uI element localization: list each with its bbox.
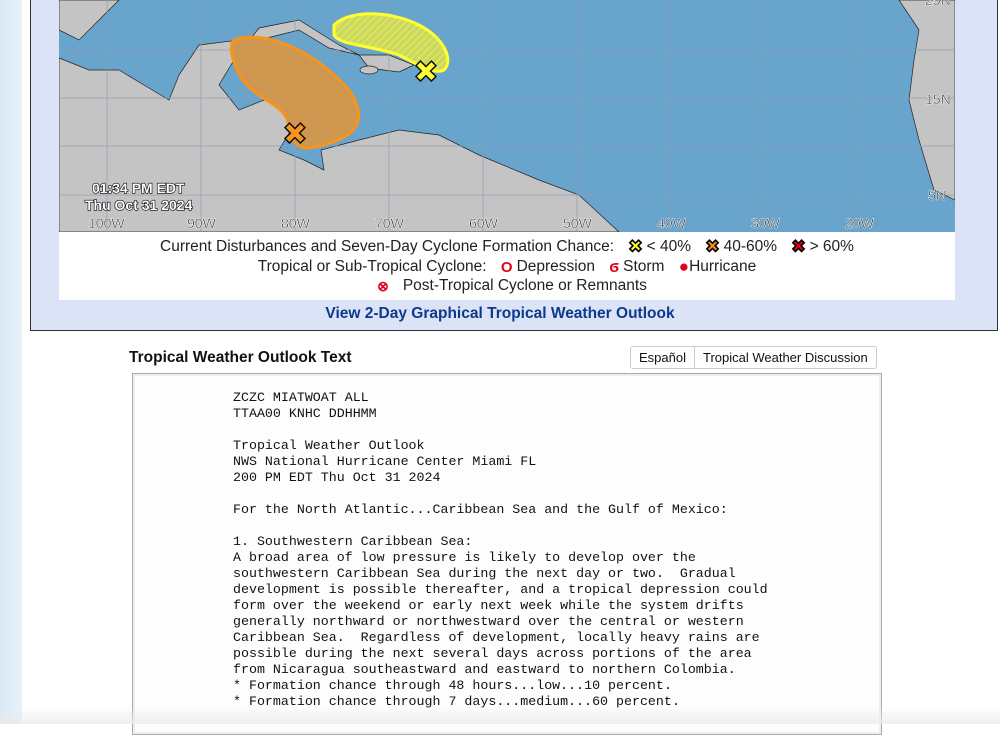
low-disturbance-marker: ✖: [413, 55, 438, 90]
page-gutter: [0, 0, 22, 724]
timestamp-line2: Thu Oct 31 2024: [85, 197, 193, 213]
lon-label: 20W: [845, 215, 875, 231]
high-chance-x-icon: ✖: [791, 237, 806, 257]
lon-label: 100W: [88, 215, 125, 231]
lon-label: 40W: [657, 215, 687, 231]
lon-label: 70W: [375, 215, 405, 231]
lon-label: 30W: [751, 215, 781, 231]
legend-label: Tropical or Sub-Tropical Cyclone:: [257, 258, 487, 275]
outlook-text: ZCZC MIATWOAT ALL TTAA00 KNHC DDHHMM Tro…: [233, 390, 768, 709]
discussion-button[interactable]: Tropical Weather Discussion: [694, 346, 877, 369]
storm-icon: ϭ: [609, 257, 620, 276]
depression-icon: O: [500, 258, 513, 276]
lon-label: 90W: [187, 215, 217, 231]
medium-chance-x-icon: ✖: [705, 237, 720, 257]
lon-label: 60W: [469, 215, 499, 231]
legend-depression: Depression: [516, 258, 595, 275]
legend-row-remnants: ⊗ Post-Tropical Cyclone or Remnants: [59, 277, 955, 295]
remnants-icon: ⊗: [377, 277, 389, 294]
view-2day-outlook-link[interactable]: View 2-Day Graphical Tropical Weather Ou…: [0, 305, 1000, 323]
low-chance-x-icon: ✖: [628, 237, 643, 257]
text-options: Español Tropical Weather Discussion: [630, 346, 877, 369]
legend-label: Current Disturbances and Seven-Day Cyclo…: [160, 238, 615, 255]
legend-low: < 40%: [646, 238, 692, 255]
legend-storm: Storm: [623, 258, 665, 275]
espanol-button[interactable]: Español: [630, 346, 695, 369]
medium-disturbance-marker: ✖: [282, 117, 307, 152]
outlook-map[interactable]: ✖ ✖ 01:34 PM EDT Thu Oct 31 2024 100W 90…: [59, 0, 955, 232]
legend-high: > 60%: [809, 238, 854, 255]
outlook-text-box: ZCZC MIATWOAT ALL TTAA00 KNHC DDHHMM Tro…: [132, 373, 882, 735]
lon-label: 80W: [281, 215, 311, 231]
map-legend: Current Disturbances and Seven-Day Cyclo…: [59, 232, 955, 300]
lat-label: 25N: [925, 0, 951, 8]
lat-label: 15N: [925, 91, 951, 107]
legend-remnants: Post-Tropical Cyclone or Remnants: [402, 277, 647, 294]
legend-hurricane: Hurricane: [689, 258, 757, 275]
legend-row-cyclone: Tropical or Sub-Tropical Cyclone: O Depre…: [59, 257, 955, 277]
lon-label: 50W: [563, 215, 593, 231]
bottom-fade: [0, 706, 1000, 724]
legend-row-formation-chance: Current Disturbances and Seven-Day Cyclo…: [59, 237, 955, 257]
hurricane-icon: ●: [678, 257, 690, 276]
timestamp-line1: 01:34 PM EDT: [92, 180, 185, 196]
section-title: Tropical Weather Outlook Text: [129, 349, 352, 366]
lat-label: 5N: [928, 187, 946, 203]
legend-medium: 40-60%: [723, 238, 778, 255]
